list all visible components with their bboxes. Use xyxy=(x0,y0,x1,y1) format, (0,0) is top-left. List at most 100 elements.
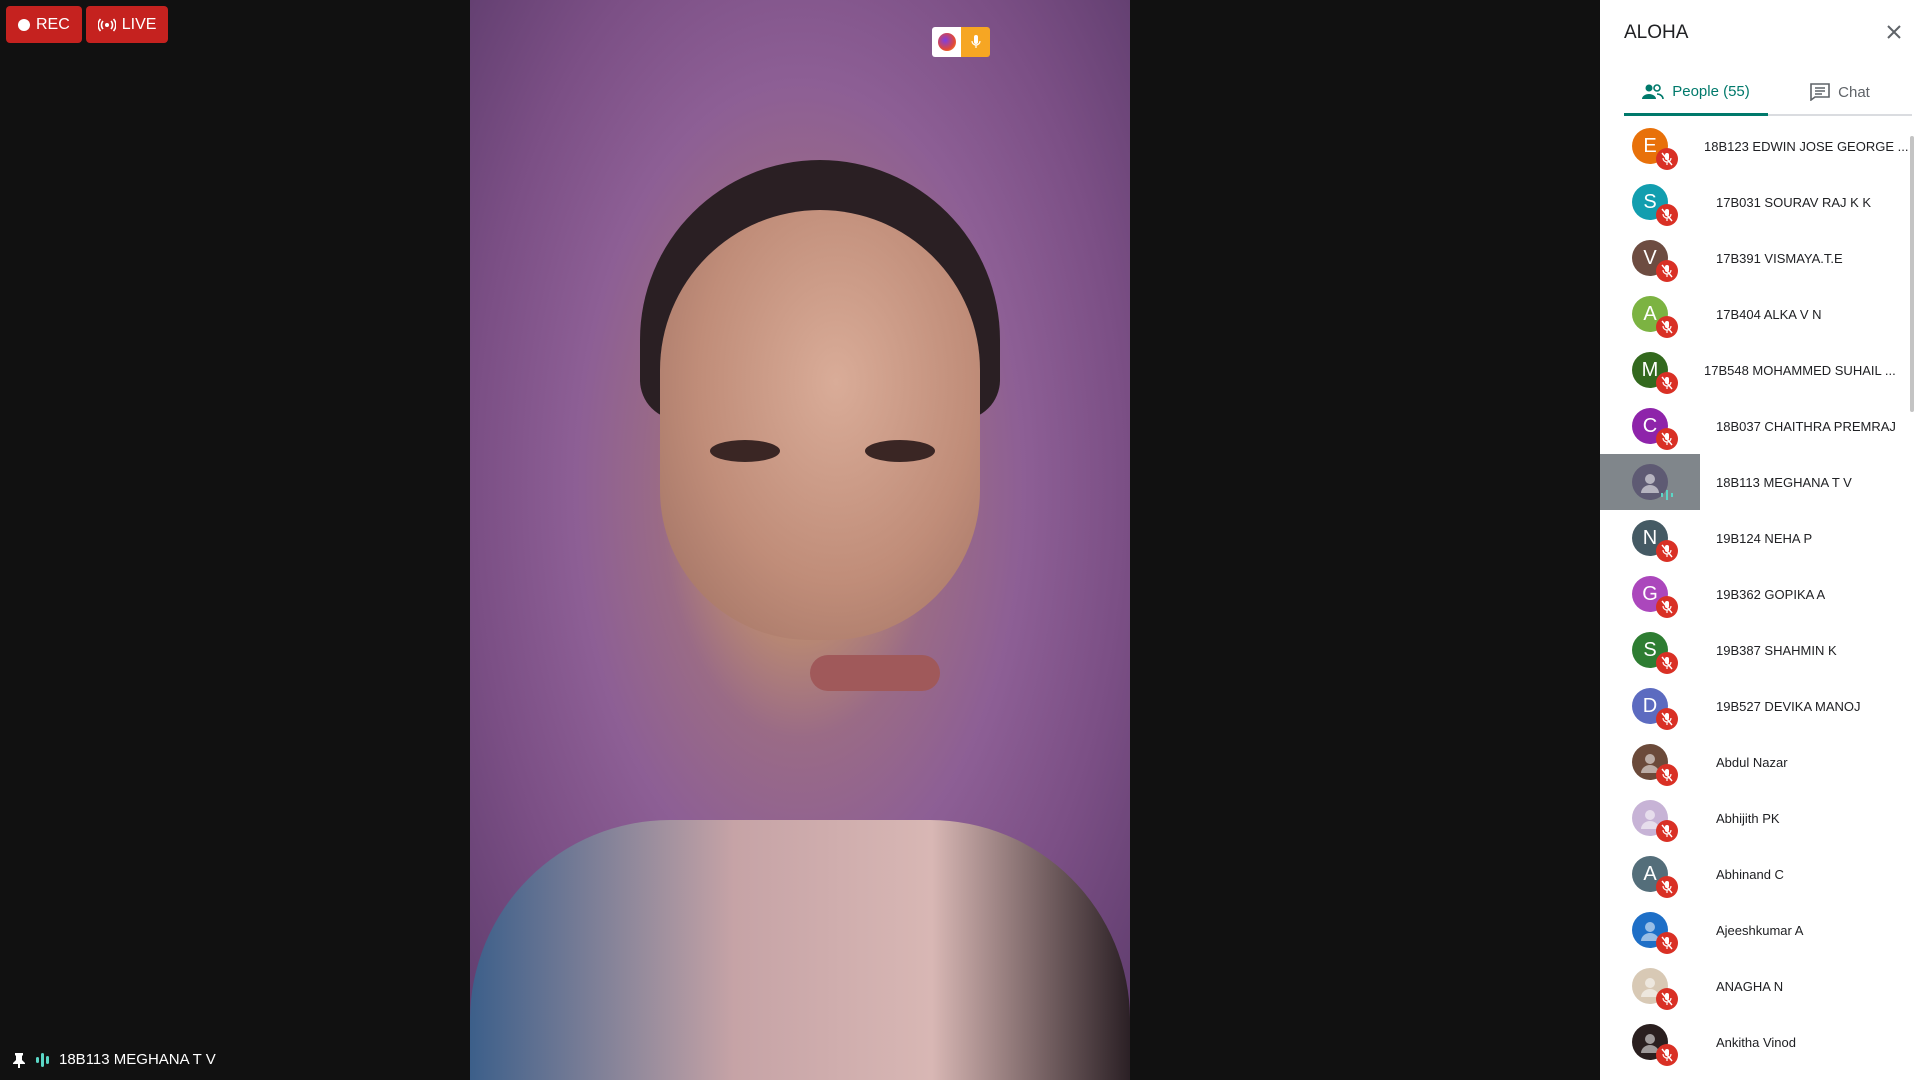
speaking-icon xyxy=(1656,484,1678,506)
participant-row[interactable]: Abhijith PK xyxy=(1600,790,1912,846)
speaker-name: 18B113 MEGHANA T V xyxy=(59,1051,216,1068)
participant-avatar-cell xyxy=(1600,958,1700,1014)
mic-off-icon xyxy=(1656,596,1678,618)
participant-avatar-cell: G xyxy=(1600,566,1700,622)
rec-badge[interactable]: REC xyxy=(6,6,82,43)
participant-name: 19B527 DEVIKA MANOJ xyxy=(1716,698,1861,714)
participant-row[interactable]: Ankitha Vinod xyxy=(1600,1014,1912,1070)
participant-row[interactable]: V 17B391 VISMAYA.T.E xyxy=(1600,230,1912,286)
participant-list[interactable]: E 18B123 EDWIN JOSE GEORGE ... S 17B031 SOU… xyxy=(1600,118,1912,1080)
speaker-label: 18B113 MEGHANA T V xyxy=(12,1051,216,1068)
participant-avatar-cell: S xyxy=(1600,174,1700,230)
participant-avatar-cell: S xyxy=(1600,622,1700,678)
mic-off-icon xyxy=(1656,148,1678,170)
panel-title: ALOHA xyxy=(1624,22,1689,43)
mic-off-icon xyxy=(1656,540,1678,562)
participant-row[interactable]: C 18B037 CHAITHRA PREMRAJ xyxy=(1600,398,1912,454)
participant-name: 19B362 GOPIKA A xyxy=(1716,586,1826,602)
participant-row[interactable]: 18B113 MEGHANA T V xyxy=(1600,454,1912,510)
participant-row[interactable]: A Abhinand C xyxy=(1600,846,1912,902)
participant-avatar-cell: D xyxy=(1600,678,1700,734)
participant-row[interactable]: A 17B404 ALKA V N xyxy=(1600,286,1912,342)
video-face xyxy=(660,210,980,640)
mic-off-icon xyxy=(1656,372,1678,394)
chat-icon xyxy=(1810,83,1830,101)
close-icon[interactable] xyxy=(1882,20,1906,44)
mic-off-icon xyxy=(1656,820,1678,842)
participant-name: 19B387 SHAHMIN K xyxy=(1716,642,1837,658)
broadcast-icon xyxy=(97,17,116,32)
participant-avatar-cell xyxy=(1600,902,1700,958)
participant-avatar-cell: A xyxy=(1600,286,1700,342)
participant-avatar-cell xyxy=(1600,790,1700,846)
mic-off-icon xyxy=(1656,764,1678,786)
mic-off-icon xyxy=(1656,316,1678,338)
mic-off-icon xyxy=(1656,428,1678,450)
mic-off-icon xyxy=(1656,652,1678,674)
audio-level-icon xyxy=(36,1052,49,1067)
speaker-video xyxy=(470,0,1130,1080)
firefox-icon xyxy=(937,33,956,51)
participant-name: Ankitha Vinod xyxy=(1716,1034,1796,1050)
participant-row[interactable]: S 17B031 SOURAV RAJ K K xyxy=(1600,174,1912,230)
video-mouth xyxy=(810,655,940,691)
panel-tabs: People (55) Chat xyxy=(1624,70,1912,116)
participant-avatar-cell: C xyxy=(1600,398,1700,454)
mic-off-icon xyxy=(1656,260,1678,282)
mic-off-icon xyxy=(1656,988,1678,1010)
people-panel: ALOHA People (55) Chat E 18B123 EDWIN JOS… xyxy=(1600,0,1920,1080)
mic-off-icon xyxy=(1656,1044,1678,1066)
tab-chat[interactable]: Chat xyxy=(1768,70,1912,114)
participant-name: 18B037 CHAITHRA PREMRAJ xyxy=(1716,418,1896,434)
participant-row[interactable]: S 19B387 SHAHMIN K xyxy=(1600,622,1912,678)
live-badge[interactable]: LIVE xyxy=(85,6,169,43)
participant-row[interactable]: Abdul Nazar xyxy=(1600,734,1912,790)
recording-badges: REC LIVE xyxy=(6,6,169,43)
tab-people[interactable]: People (55) xyxy=(1624,70,1768,116)
participant-name: Abhinand C xyxy=(1716,866,1784,882)
participant-row[interactable]: M 17B548 MOHAMMED SUHAIL ... xyxy=(1600,342,1912,398)
video-eye-right xyxy=(865,440,935,462)
participant-avatar-cell: V xyxy=(1600,230,1700,286)
participant-avatar-cell xyxy=(1600,1014,1700,1070)
participant-name: 18B123 EDWIN JOSE GEORGE ... xyxy=(1704,138,1909,154)
participant-avatar-cell: M xyxy=(1600,342,1700,398)
participant-row[interactable]: G 19B362 GOPIKA A xyxy=(1600,566,1912,622)
mic-off-icon xyxy=(1656,204,1678,226)
participant-name: Abdul Nazar xyxy=(1716,754,1788,770)
video-eye-left xyxy=(710,440,780,462)
participant-avatar-cell: E xyxy=(1600,118,1700,174)
participant-row[interactable]: ANAGHA N xyxy=(1600,958,1912,1014)
participant-row[interactable]: Ajeeshkumar A xyxy=(1600,902,1912,958)
participant-avatar-cell xyxy=(1600,454,1700,510)
participant-avatar-cell: N xyxy=(1600,510,1700,566)
participant-row[interactable]: E 18B123 EDWIN JOSE GEORGE ... xyxy=(1600,118,1912,174)
participant-name: Ajeeshkumar A xyxy=(1716,922,1804,938)
participant-avatar-cell: A xyxy=(1600,846,1700,902)
participant-name: Abhijith PK xyxy=(1716,810,1780,826)
tab-chat-label: Chat xyxy=(1838,83,1870,101)
tab-people-label: People (55) xyxy=(1672,83,1750,100)
participant-name: ANAGHA N xyxy=(1716,978,1784,994)
record-dot-icon xyxy=(18,18,30,31)
mic-off-icon xyxy=(1656,932,1678,954)
participant-row[interactable]: N 19B124 NEHA P xyxy=(1600,510,1912,566)
participant-name: 17B391 VISMAYA.T.E xyxy=(1716,250,1843,266)
participant-name: 17B404 ALKA V N xyxy=(1716,306,1822,322)
participant-list-scrollbar[interactable] xyxy=(1910,136,1914,412)
mic-off-icon xyxy=(1656,708,1678,730)
video-stage: REC LIVE 18B113 MEGHANA T V xyxy=(0,0,1600,1080)
participant-name: 17B548 MOHAMMED SUHAIL ... xyxy=(1704,362,1896,378)
participant-row[interactable]: D 19B527 DEVIKA MANOJ xyxy=(1600,678,1912,734)
participant-name: 18B113 MEGHANA T V xyxy=(1716,474,1852,490)
pin-icon[interactable] xyxy=(12,1052,26,1068)
participant-name: 19B124 NEHA P xyxy=(1716,530,1813,546)
participant-avatar-cell xyxy=(1600,734,1700,790)
live-label: LIVE xyxy=(121,15,157,33)
video-body xyxy=(470,820,1130,1080)
participant-name: 17B031 SOURAV RAJ K K xyxy=(1716,194,1872,210)
people-icon xyxy=(1642,83,1665,99)
mic-off-icon xyxy=(1656,876,1678,898)
microphone-icon xyxy=(970,35,981,48)
sharing-indicator[interactable] xyxy=(932,27,990,57)
